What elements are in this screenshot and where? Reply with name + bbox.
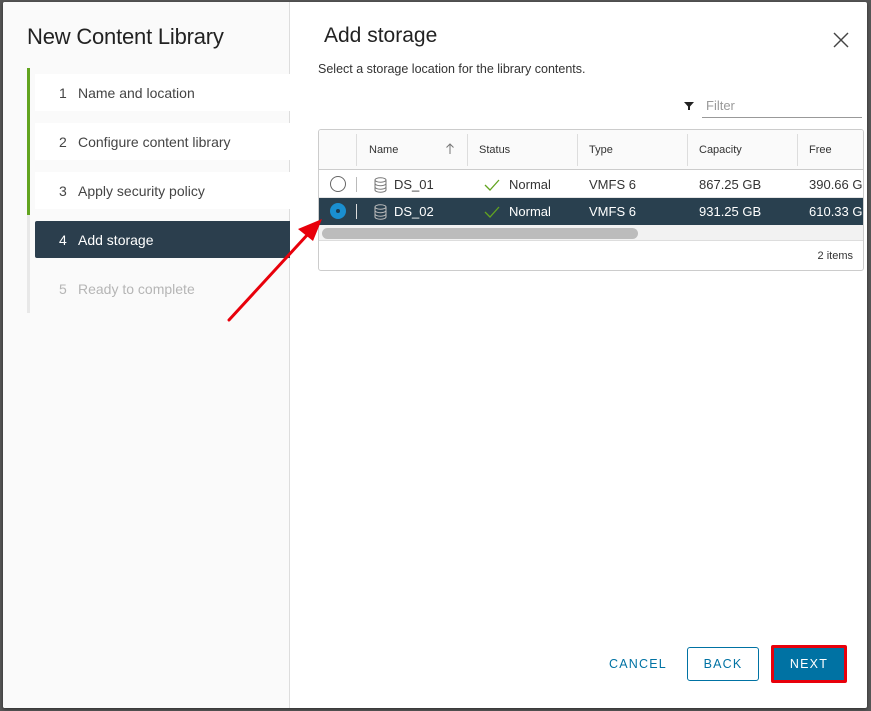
cancel-button[interactable]: CANCEL	[594, 647, 682, 681]
datastore-name[interactable]: DS_01	[394, 177, 434, 192]
cell-capacity: 931.25 GB	[699, 204, 762, 219]
step-apply-security-policy[interactable]: 3 Apply security policy	[27, 166, 290, 215]
step-number: 5	[59, 280, 67, 297]
column-header-status[interactable]: Status	[467, 130, 577, 170]
filter-icon	[684, 102, 694, 110]
close-icon	[833, 32, 849, 48]
column-label: Free	[809, 144, 832, 156]
cell-name: DS_01	[374, 171, 434, 198]
status-ok-icon	[484, 179, 500, 191]
cell-free: 390.66 GB	[809, 177, 863, 192]
step-number: 2	[59, 133, 67, 150]
cell-status: Normal	[484, 198, 551, 225]
step-name-and-location[interactable]: 1 Name and location	[27, 68, 290, 117]
step-number: 4	[59, 231, 67, 248]
status-text: Normal	[509, 204, 551, 219]
back-button[interactable]: BACK	[687, 647, 759, 681]
cell-type: VMFS 6	[589, 177, 636, 192]
status-ok-icon	[484, 206, 500, 218]
column-header-capacity[interactable]: Capacity	[687, 130, 797, 170]
storage-grid: Name Status Type Capacity Free DS_01 Nor…	[318, 129, 864, 271]
cell-free: 610.33 GB	[809, 204, 863, 219]
status-text: Normal	[509, 177, 551, 192]
column-header-free[interactable]: Free	[797, 130, 863, 170]
step-number: 3	[59, 182, 67, 199]
wizard-content: Add storage Select a storage location fo…	[291, 2, 867, 708]
step-label: Name and location	[78, 84, 195, 101]
item-count: 2 items	[817, 250, 853, 262]
column-label: Status	[479, 144, 511, 156]
row-radio[interactable]	[330, 176, 346, 192]
step-number: 1	[59, 84, 67, 101]
cell-status: Normal	[484, 171, 551, 198]
grid-header: Name Status Type Capacity Free	[319, 130, 863, 170]
step-label: Ready to complete	[78, 280, 195, 297]
scrollbar-thumb[interactable]	[322, 228, 638, 239]
cell-capacity: 867.25 GB	[699, 177, 762, 192]
cell-type: VMFS 6	[589, 204, 636, 219]
datastore-icon	[374, 176, 387, 193]
step-label: Add storage	[78, 231, 154, 248]
datastore-icon	[374, 203, 387, 220]
table-row[interactable]: DS_02 Normal VMFS 6 931.25 GB 610.33 GB	[319, 198, 863, 225]
new-content-library-dialog: New Content Library 1 Name and location …	[3, 2, 867, 708]
page-subtitle: Select a storage location for the librar…	[318, 62, 586, 76]
step-configure-content-library[interactable]: 2 Configure content library	[27, 117, 290, 166]
column-header-name[interactable]: Name	[357, 130, 467, 170]
sort-ascending-icon	[446, 143, 454, 154]
page-title: Add storage	[324, 24, 438, 47]
horizontal-scrollbar[interactable]	[319, 225, 863, 241]
row-separator	[356, 177, 357, 192]
step-label: Apply security policy	[78, 182, 205, 199]
datastore-name[interactable]: DS_02	[394, 204, 434, 219]
column-header-type[interactable]: Type	[577, 130, 687, 170]
row-radio[interactable]	[330, 203, 346, 219]
cell-name: DS_02	[374, 198, 434, 225]
step-label: Configure content library	[78, 133, 231, 150]
column-label: Capacity	[699, 144, 742, 156]
column-label: Type	[589, 144, 613, 156]
filter	[684, 94, 862, 118]
wizard-stepper: New Content Library 1 Name and location …	[3, 2, 290, 708]
filter-input[interactable]	[702, 94, 862, 118]
table-row[interactable]: DS_01 Normal VMFS 6 867.25 GB 390.66 GB	[319, 171, 863, 198]
next-button[interactable]: NEXT	[771, 645, 847, 683]
step-add-storage[interactable]: 4 Add storage	[27, 215, 290, 264]
column-label: Name	[369, 144, 399, 156]
step-ready-to-complete: 5 Ready to complete	[27, 264, 290, 313]
row-separator	[356, 204, 357, 219]
close-button[interactable]	[831, 30, 851, 50]
wizard-steps: 1 Name and location 2 Configure content …	[27, 68, 290, 319]
wizard-title: New Content Library	[27, 24, 224, 49]
